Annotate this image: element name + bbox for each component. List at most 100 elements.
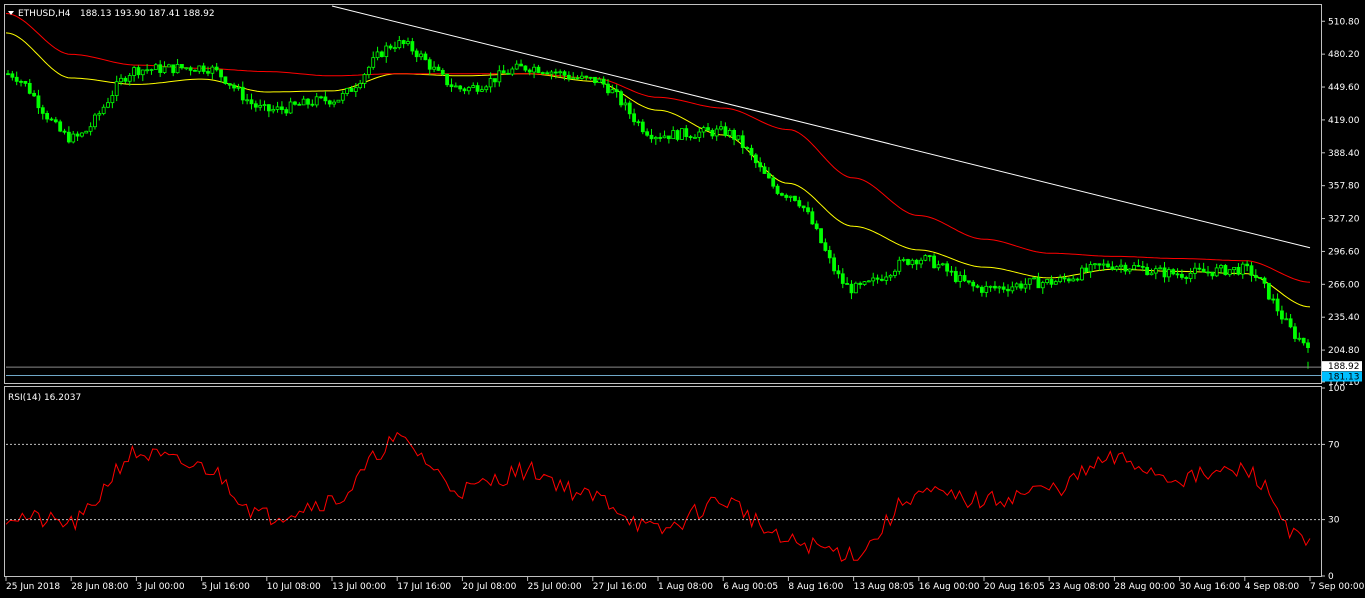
- chart-canvas[interactable]: 510.80 480.20 449.60 419.00 388.40 357.80 327.…: [0, 0, 1365, 598]
- candle-body: [1136, 265, 1141, 267]
- candle: [440, 68, 445, 76]
- candle-body: [284, 109, 289, 114]
- price-tick-label: 266.00: [1328, 280, 1360, 290]
- candle: [32, 90, 36, 98]
- candle: [27, 79, 32, 95]
- candle: [836, 264, 841, 279]
- candle-body: [519, 63, 523, 67]
- trendline[interactable]: [331, 5, 1311, 249]
- candle-body: [493, 78, 497, 83]
- candle: [1093, 262, 1097, 270]
- time-tick-label: 3 Jul 00:00: [136, 582, 185, 592]
- candle: [1040, 280, 1045, 294]
- candle: [619, 89, 623, 108]
- candle-body: [788, 195, 793, 198]
- candle: [632, 108, 636, 126]
- rsi-tick-label: 30: [1328, 516, 1340, 526]
- candle-body: [366, 66, 371, 75]
- candle: [1058, 274, 1063, 284]
- candle-body: [645, 131, 650, 136]
- candle-body: [962, 275, 967, 282]
- candle-body: [797, 200, 802, 207]
- candle: [1232, 266, 1236, 276]
- candle-body: [197, 65, 202, 72]
- candle-body: [527, 69, 532, 73]
- candle: [636, 119, 641, 127]
- candle: [240, 81, 245, 105]
- candle: [980, 285, 984, 297]
- candle: [914, 258, 919, 270]
- candle-body: [1275, 298, 1280, 312]
- candle-body: [380, 51, 384, 58]
- candle: [84, 130, 89, 134]
- candle-body: [793, 195, 797, 201]
- candle: [566, 71, 571, 82]
- time-axis: 25 Jun 2018 28 Jun 08:00 3 Jul 00:00 5 Jul …: [5, 577, 1365, 592]
- candle: [1223, 264, 1228, 276]
- candle: [1032, 276, 1036, 280]
- candle: [927, 255, 932, 262]
- candle: [1088, 261, 1093, 278]
- candle: [1245, 260, 1250, 272]
- candle-body: [893, 270, 897, 276]
- candle-body: [175, 64, 180, 74]
- candle-body: [1219, 265, 1223, 269]
- candle-body: [101, 106, 106, 114]
- candle: [640, 119, 645, 135]
- candle: [1075, 277, 1080, 282]
- main-panel-frame: [4, 4, 1322, 384]
- candle-body: [214, 66, 219, 71]
- candle: [62, 128, 67, 135]
- candle-body: [714, 128, 719, 137]
- candle: [284, 107, 289, 116]
- candle-body: [1071, 278, 1076, 282]
- candle: [784, 193, 789, 201]
- candle-body: [627, 102, 632, 115]
- candle: [875, 274, 880, 284]
- candle: [614, 84, 619, 98]
- candle-body: [806, 207, 810, 213]
- candle: [593, 76, 597, 86]
- candle-body: [849, 283, 854, 294]
- candle: [58, 119, 63, 133]
- candle: [1162, 261, 1167, 283]
- candle: [645, 128, 650, 137]
- candle: [1062, 273, 1067, 283]
- candle-body: [936, 264, 941, 269]
- candle-body: [471, 85, 476, 88]
- main-plot[interactable]: [5, 5, 1311, 369]
- candle: [401, 39, 406, 49]
- candle-body: [1223, 265, 1228, 276]
- candle: [340, 90, 345, 104]
- candle: [823, 238, 828, 252]
- candle: [427, 57, 432, 76]
- candle: [393, 41, 397, 53]
- rsi-plot[interactable]: [5, 431, 1311, 562]
- candle-body: [932, 255, 936, 269]
- candle: [93, 112, 97, 130]
- candle: [1188, 268, 1193, 283]
- candle-body: [306, 98, 310, 105]
- candle-body: [180, 64, 184, 69]
- candle: [327, 99, 332, 108]
- price-tick-label: 296.60: [1328, 247, 1360, 257]
- candle: [1119, 259, 1123, 273]
- candle-body: [1253, 274, 1258, 278]
- candle: [466, 86, 471, 95]
- candle-body: [984, 285, 989, 293]
- candle: [1158, 265, 1163, 270]
- candle-body: [1001, 286, 1006, 290]
- price-tick-label: 510.80: [1328, 17, 1360, 27]
- candle-body: [1140, 265, 1145, 268]
- candle-body: [80, 132, 84, 137]
- candle: [901, 257, 906, 263]
- candle: [1175, 268, 1180, 279]
- candle-body: [680, 128, 684, 140]
- candle-body: [949, 270, 954, 273]
- candle-body: [940, 263, 945, 266]
- candle-body: [1123, 264, 1128, 272]
- candle-body: [1293, 326, 1297, 339]
- candle: [962, 269, 967, 282]
- candle-body: [336, 99, 341, 103]
- candle-body: [762, 166, 767, 174]
